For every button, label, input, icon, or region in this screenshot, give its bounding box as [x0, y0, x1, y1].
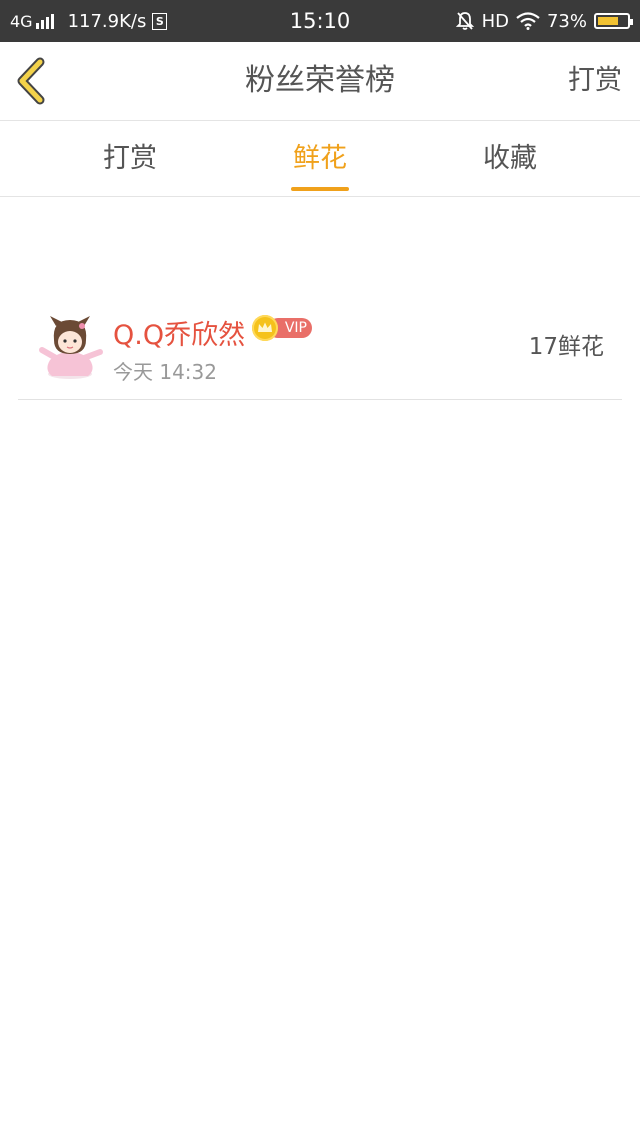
- crown-icon: [252, 315, 278, 341]
- tab-bar: 打赏 鲜花 收藏: [0, 121, 640, 197]
- reward-button[interactable]: 打赏: [568, 42, 622, 120]
- status-right: HD 73%: [448, 0, 633, 42]
- battery-percent: 73%: [546, 10, 587, 32]
- tab-label: 收藏: [483, 143, 537, 174]
- mute-bell-icon: [455, 12, 474, 30]
- tab-label: 鲜花: [293, 143, 347, 174]
- avatar-image: [39, 316, 103, 379]
- flower-count: 17鲜花: [528, 334, 604, 360]
- page-title: 粉丝荣誉榜: [245, 63, 395, 98]
- tab-label: 打赏: [103, 143, 157, 174]
- status-bar: 4G 117.9K/s S 15:10 HD 73%: [0, 0, 640, 42]
- battery-fill: [598, 17, 618, 25]
- timestamp: 今天 14:32: [113, 360, 217, 384]
- tab-collections[interactable]: 收藏: [450, 121, 570, 196]
- user-name[interactable]: Q.Q乔欣然: [113, 313, 245, 352]
- wifi-icon: [516, 12, 540, 30]
- battery-icon: [594, 13, 633, 29]
- list-item[interactable]: Q.Q乔欣然 VIP 今天 14:32 17鲜花: [18, 300, 622, 400]
- avatar[interactable]: [36, 314, 106, 382]
- nav-bar: 粉丝荣誉榜 打赏: [0, 42, 640, 121]
- active-tab-indicator: [291, 187, 349, 191]
- tab-flowers[interactable]: 鲜花: [260, 121, 380, 196]
- hd-indicator: HD: [481, 10, 509, 32]
- tab-reward[interactable]: 打赏: [70, 121, 190, 196]
